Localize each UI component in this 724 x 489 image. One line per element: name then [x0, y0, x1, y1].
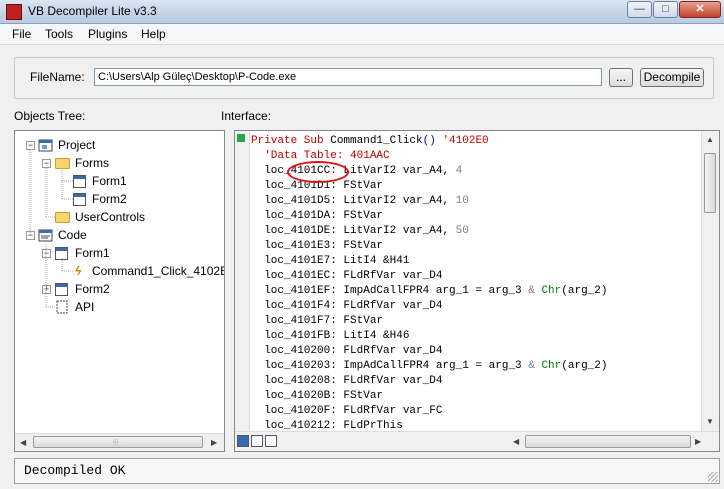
scroll-right-icon[interactable]: ▶	[695, 437, 701, 446]
objects-tree[interactable]: − Project − Forms Form1 Form2 UserContro…	[14, 130, 225, 452]
code-vertical-scrollbar[interactable]: ▲ ▼	[701, 131, 719, 431]
view-mode-list-icon[interactable]	[265, 435, 277, 447]
code-token: loc_4101DA: FStVar	[251, 210, 384, 222]
code-line: loc_4101F4: FLdRfVar var_D4	[251, 299, 442, 314]
code-token: LitVarI2 var_A4,	[343, 165, 456, 177]
code-token: loc_41020B: FStVar	[251, 390, 384, 402]
code-line: loc_4101CC: LitVarI2 var_A4, 4	[251, 164, 462, 179]
code-line: Private Sub Command1_Click() '4102E0	[251, 134, 489, 149]
status-text: Decompiled OK	[24, 463, 126, 478]
menu-plugins[interactable]: Plugins	[88, 27, 127, 41]
app-icon	[6, 4, 22, 20]
code-token: loc_4101F4: FLdRfVar var_D4	[251, 300, 443, 312]
scroll-grip-icon: ⦙⦙⦙	[113, 438, 119, 447]
code-token: loc_4101D5: LitVarI2 var_A4,	[251, 195, 456, 207]
objects-tree-label: Objects Tree:	[14, 109, 86, 123]
code-line: loc_410200: FLdRfVar var_D4	[251, 344, 442, 359]
code-line: loc_4101FB: LitI4 &H46	[251, 329, 409, 344]
code-token: loc_4101EC: FLdRfVar var_D4	[251, 270, 443, 282]
view-mode-full-icon[interactable]	[251, 435, 263, 447]
scroll-thumb[interactable]	[704, 153, 716, 213]
scroll-down-icon[interactable]: ▼	[706, 417, 714, 426]
scroll-up-icon[interactable]: ▲	[706, 135, 714, 144]
highlight-circle-annotation	[287, 161, 349, 183]
scroll-thumb[interactable]	[525, 435, 691, 448]
scroll-left-icon[interactable]: ◀	[20, 438, 26, 447]
code-token: loc_410208: FLdRfVar var_D4	[251, 375, 443, 387]
browse-button[interactable]: ...	[609, 68, 633, 87]
code-token: &	[528, 360, 542, 372]
code-line: loc_4101DE: LitVarI2 var_A4, 50	[251, 224, 469, 239]
code-token: loc_410200: FLdRfVar var_D4	[251, 345, 443, 357]
scroll-right-icon[interactable]: ▶	[211, 438, 217, 447]
code-token: loc_4101EF: ImpAdCallFPR4 arg_1 = arg_3	[251, 285, 529, 297]
menu-tools[interactable]: Tools	[45, 27, 73, 41]
code-token: Command1_Click	[330, 135, 423, 147]
resize-grip-icon[interactable]	[708, 472, 718, 482]
filename-input[interactable]	[94, 68, 602, 86]
code-token: loc_4101E3: FStVar	[251, 240, 384, 252]
code-line: loc_4101E3: FStVar	[251, 239, 383, 254]
window-title: VB Decompiler Lite v3.3	[28, 4, 157, 18]
code-token: Chr	[541, 285, 562, 297]
code-token: loc_4101DE: LitVarI2 var_A4,	[251, 225, 456, 237]
interface-label: Interface:	[221, 109, 272, 123]
code-line: loc_4101DA: FStVar	[251, 209, 383, 224]
code-line: loc_41020B: FStVar	[251, 389, 383, 404]
code-line: loc_4101F7: FStVar	[251, 314, 383, 329]
code-token: (arg_2)	[561, 285, 608, 297]
code-token: Private Sub	[251, 135, 331, 147]
menu-help[interactable]: Help	[141, 27, 166, 41]
code-token: (arg_2)	[561, 360, 608, 372]
code-line: loc_4101EC: FLdRfVar var_D4	[251, 269, 442, 284]
code-token: 4	[455, 165, 463, 177]
code-token: loc_41020F: FLdRfVar var_FC	[251, 405, 443, 417]
view-mode-procedure-icon[interactable]	[237, 435, 249, 447]
code-token: Chr	[541, 360, 562, 372]
tree-horizontal-scrollbar[interactable]: ◀ ⦙⦙⦙ ▶	[15, 433, 224, 451]
code-token: &	[528, 285, 542, 297]
filename-label: FileName:	[30, 70, 85, 84]
code-token: 10	[455, 195, 469, 207]
code-line: loc_4101EF: ImpAdCallFPR4 arg_1 = arg_3 …	[251, 284, 607, 299]
maximize-button[interactable]: □	[653, 1, 678, 18]
code-bottom-bar: ◀ ▶	[235, 431, 719, 451]
code-token: ()	[422, 135, 443, 147]
code-token: loc_4101FB: LitI4 &H46	[251, 330, 410, 342]
tree-connector-lines	[29, 150, 73, 308]
code-line: loc_410203: ImpAdCallFPR4 arg_1 = arg_3 …	[251, 359, 607, 374]
code-token: loc_410203: ImpAdCallFPR4 arg_1 = arg_3	[251, 360, 529, 372]
code-token: 50	[455, 225, 469, 237]
close-button[interactable]: ✕	[679, 1, 721, 18]
menu-bar: File Tools Plugins Help	[0, 24, 724, 45]
code-token: loc_4101E7: LitI4 &H41	[251, 255, 410, 267]
code-line: loc_4101E7: LitI4 &H41	[251, 254, 409, 269]
menu-file[interactable]: File	[12, 27, 31, 41]
code-token: loc_4101F7: FStVar	[251, 315, 384, 327]
status-bar: Decompiled OK	[14, 458, 720, 484]
code-line: loc_410208: FLdRfVar var_D4	[251, 374, 442, 389]
title-bar: VB Decompiler Lite v3.3 — □ ✕	[0, 0, 724, 24]
decompile-button[interactable]: Decompile	[640, 68, 704, 87]
code-line: loc_4101D5: LitVarI2 var_A4, 10	[251, 194, 469, 209]
code-gutter	[235, 131, 250, 431]
scroll-left-icon[interactable]: ◀	[513, 437, 519, 446]
code-line: loc_41020F: FLdRfVar var_FC	[251, 404, 442, 419]
minimize-button[interactable]: —	[627, 1, 652, 18]
code-token: '4102E0	[442, 135, 489, 147]
breakpoint-marker-icon	[237, 134, 245, 142]
